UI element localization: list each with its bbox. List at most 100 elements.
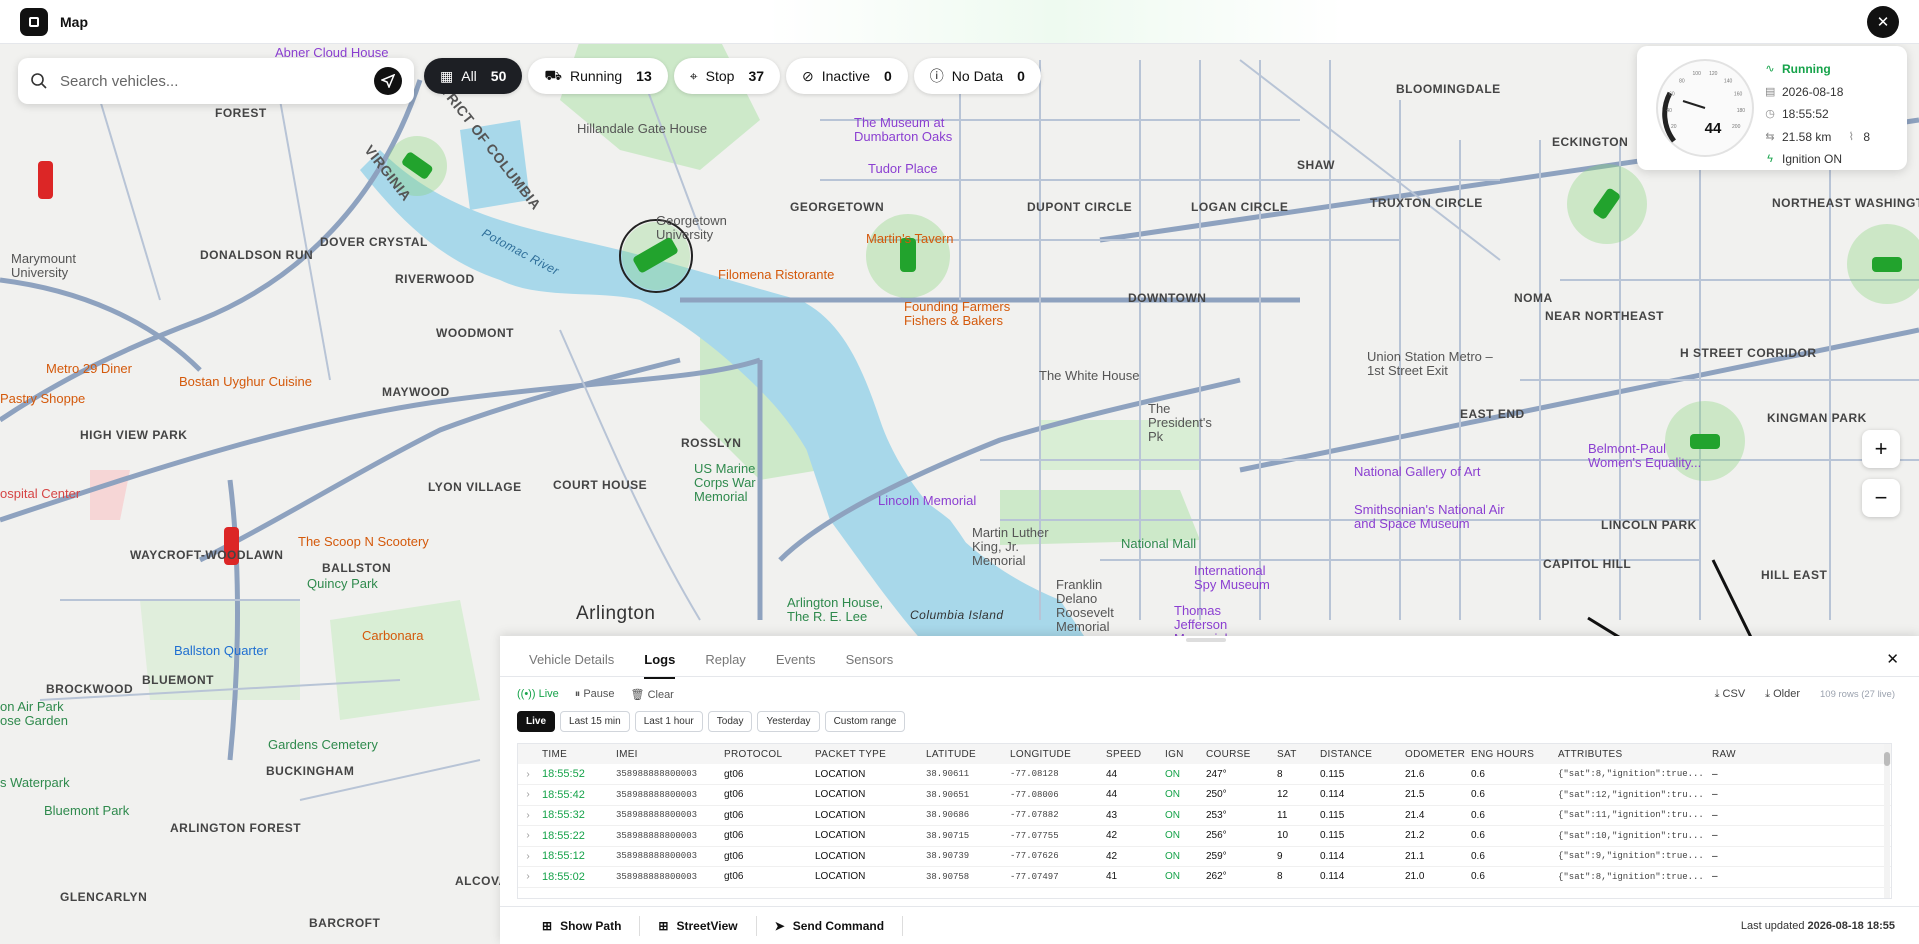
navigation-arrow-icon	[381, 74, 395, 88]
table-scrollbar[interactable]	[1884, 744, 1890, 898]
tab-vehicle-details[interactable]: Vehicle Details	[529, 652, 614, 679]
table-cell: 41	[1102, 866, 1161, 888]
range-today[interactable]: Today	[707, 711, 753, 732]
filter-stop[interactable]: ⌖ Stop 37	[673, 58, 781, 94]
column-header[interactable]: ODOMETER	[1401, 744, 1467, 764]
column-header[interactable]: DISTANCE	[1316, 744, 1401, 764]
filter-running[interactable]: ⛟ Running 13	[528, 58, 668, 94]
column-header[interactable]: LONGITUDE	[1006, 744, 1102, 764]
column-header[interactable]: TIME	[538, 744, 612, 764]
poi-label: Belmont-Paul Women's Equality...	[1588, 441, 1702, 470]
range-custom[interactable]: Custom range	[824, 711, 906, 732]
table-cell: -77.07626	[1006, 846, 1102, 867]
column-header[interactable]: LATITUDE	[922, 744, 1006, 764]
search-input[interactable]	[60, 72, 374, 90]
column-header[interactable]: RAW	[1708, 744, 1891, 764]
expand-chevron-icon[interactable]: ›	[518, 866, 538, 888]
pause-button[interactable]: ⏸ Pause	[575, 688, 615, 701]
map-label: LINCOLN PARK	[1601, 518, 1697, 532]
table-cell: 8	[1273, 764, 1316, 785]
table-cell: {"sat":9,"ignition":true...	[1554, 846, 1708, 867]
range-last-1-hour[interactable]: Last 1 hour	[634, 711, 703, 732]
table-cell: {"sat":12,"ignition":tru...	[1554, 784, 1708, 806]
table-row[interactable]: › 18:55:02 358988888800003 gt06 LOCATION 38.9…	[518, 866, 1891, 888]
tab-logs[interactable]: Logs	[644, 652, 676, 679]
close-button[interactable]: ✕	[1867, 6, 1899, 38]
filter-inactive[interactable]: ⊘ Inactive 0	[786, 58, 908, 94]
poi-label: National Gallery of Art	[1354, 464, 1481, 479]
tab-events[interactable]: Events	[776, 652, 816, 679]
download-icon: ⤓	[1765, 688, 1771, 700]
live-button[interactable]: ((•)) Live	[517, 688, 559, 701]
table-cell: gt06	[720, 866, 811, 888]
ban-icon: ⊘	[802, 67, 814, 84]
panel-close-button[interactable]: ✕	[1886, 650, 1899, 668]
poi-label: Bostan Uyghur Cuisine	[179, 374, 312, 389]
map-label: DUPONT CIRCLE	[1027, 200, 1133, 214]
expand-chevron-icon[interactable]: ›	[518, 784, 538, 806]
older-label: Older	[1773, 688, 1801, 700]
map-label: LYON VILLAGE	[428, 480, 522, 494]
filter-no-data[interactable]: ⓘ No Data 0	[913, 58, 1041, 94]
column-header[interactable]: ATTRIBUTES	[1554, 744, 1708, 764]
column-header[interactable]: IGN	[1161, 744, 1202, 764]
column-header[interactable]: ENG HOURS	[1467, 744, 1554, 764]
table-cell: 0.115	[1316, 805, 1401, 826]
poi-label: US Marine Corps War Memorial	[694, 461, 756, 504]
poi-label: Martin Luther King, Jr. Memorial	[972, 525, 1049, 568]
show-path-button[interactable]: ⊞ Show Path	[524, 915, 641, 936]
streetview-label: StreetView	[676, 918, 738, 933]
range-last-15-min[interactable]: Last 15 min	[560, 711, 630, 732]
table-cell: LOCATION	[811, 825, 922, 847]
zoom-in-button[interactable]: +	[1862, 430, 1900, 468]
expand-chevron-icon[interactable]: ›	[518, 846, 538, 867]
zoom-out-button[interactable]: −	[1862, 479, 1900, 517]
poi-label: ose Garden	[0, 713, 68, 728]
poi-label: Quincy Park	[307, 576, 378, 591]
plus-square-icon: ⊞	[542, 918, 553, 933]
column-header[interactable]: PROTOCOL	[720, 744, 811, 764]
locate-button[interactable]	[374, 67, 402, 95]
map-label: HILL EAST	[1761, 568, 1828, 582]
tab-replay[interactable]: Replay	[705, 652, 745, 679]
column-header[interactable]: SAT	[1273, 744, 1316, 764]
table-cell: ON	[1161, 805, 1202, 826]
csv-button[interactable]: ⤓ CSV	[1715, 688, 1746, 701]
table-cell: gt06	[720, 825, 811, 847]
clear-button[interactable]: 🗑 Clear	[631, 688, 674, 701]
column-header[interactable]: COURSE	[1202, 744, 1273, 764]
range-yesterday[interactable]: Yesterday	[757, 711, 820, 732]
send-command-button[interactable]: ➤ Send Command	[757, 915, 904, 936]
download-icon: ⤓	[1714, 688, 1720, 700]
map-label: COURT HOUSE	[553, 478, 648, 492]
time-text: 18:55:52	[1782, 107, 1829, 121]
vehicle-status-card[interactable]: 20 40 60 80 100 120 140 160 180 200 44 ∿ Running ▤…	[1637, 46, 1907, 170]
table-row[interactable]: › 18:55:52 358988888800003 gt06 LOCATION 38.9…	[518, 764, 1891, 785]
gauge-tick-label: 60	[1669, 92, 1675, 98]
tab-sensors[interactable]: Sensors	[846, 652, 894, 679]
table-row[interactable]: › 18:55:22 358988888800003 gt06 LOCATION 38.9…	[518, 825, 1891, 847]
table-cell: -77.07497	[1006, 866, 1102, 888]
column-header[interactable]: SPEED	[1102, 744, 1161, 764]
poi-label: International Spy Museum	[1194, 563, 1270, 592]
table-cell: 8	[1273, 866, 1316, 888]
column-header[interactable]: IMEI	[612, 744, 720, 764]
column-header	[518, 744, 538, 764]
table-row[interactable]: › 18:55:12 358988888800003 gt06 LOCATION 38.9…	[518, 846, 1891, 867]
table-row[interactable]: › 18:55:42 358988888800003 gt06 LOCATION 38.9…	[518, 784, 1891, 806]
column-header[interactable]: PACKET TYPE	[811, 744, 922, 764]
streetview-button[interactable]: ⊞ StreetView	[640, 915, 757, 936]
expand-chevron-icon[interactable]: ›	[518, 764, 538, 785]
map-label: WAYCROFT-WOODLAWN	[130, 548, 284, 562]
table-cell: 0.115	[1316, 825, 1401, 847]
range-live[interactable]: Live	[517, 711, 556, 732]
filter-all[interactable]: ▦ All 50	[424, 58, 523, 94]
older-button[interactable]: ⤓ Older	[1765, 688, 1800, 701]
speedometer-gauge: 20 40 60 80 100 120 140 160 180 200 44	[1656, 59, 1754, 157]
resize-handle[interactable]	[1186, 638, 1226, 642]
map-label: Arlington	[576, 603, 656, 624]
expand-chevron-icon[interactable]: ›	[518, 825, 538, 847]
table-row[interactable]: › 18:55:32 358988888800003 gt06 LOCATION 38.9…	[518, 805, 1891, 826]
vehicle-panel: Vehicle Details Logs Replay Events Senso…	[500, 636, 1919, 944]
expand-chevron-icon[interactable]: ›	[518, 805, 538, 826]
